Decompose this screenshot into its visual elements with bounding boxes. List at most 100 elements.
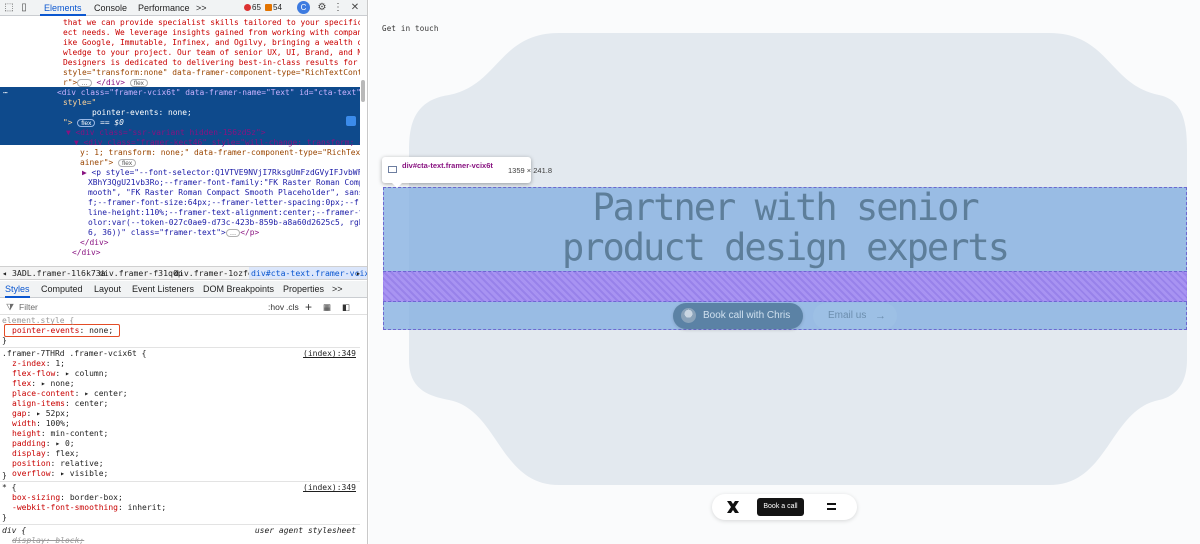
rule-close: } xyxy=(2,336,7,345)
cta-headline: Partner with senior product design exper… xyxy=(383,188,1187,268)
email-us-button[interactable]: Email us → xyxy=(813,303,897,329)
tab-computed[interactable]: Computed xyxy=(41,281,83,298)
dom-attr-line: style="transform:none" data-framer-compo… xyxy=(63,68,360,77)
dom-close-line: </div> xyxy=(72,248,101,257)
overridden-declaration: display: block; xyxy=(12,536,85,544)
style-declaration[interactable]: display: flex; xyxy=(12,449,360,459)
breadcrumb-item[interactable]: 3ADL.framer-1l6k73a xyxy=(12,267,106,279)
inspect-tooltip: div#cta-text.framer-vcix6t 1359 × 241.8 xyxy=(382,157,552,188)
nav-book-call-button[interactable]: Book a call xyxy=(757,498,804,516)
element-type-icon xyxy=(388,166,397,173)
style-declaration[interactable]: place-content: ▸ center; xyxy=(12,389,360,399)
style-declaration[interactable]: flex: ▸ none; xyxy=(12,379,360,389)
section-label: Get in touch xyxy=(382,24,439,33)
dom-attr-line: y: 1; transform: none;" data-framer-comp… xyxy=(80,148,360,157)
ellipsis-pill[interactable]: … xyxy=(77,79,92,87)
more-options-icon[interactable]: ⋮ xyxy=(332,2,344,14)
extension-icon[interactable]: C xyxy=(297,1,310,14)
dom-text-line: wledge to your project. Our team of seni… xyxy=(63,48,360,57)
style-declaration[interactable]: pointer-events: none; xyxy=(12,326,360,336)
tab-console[interactable]: Console xyxy=(90,0,131,16)
dom-selected-close: "> flex == $0 xyxy=(63,118,124,127)
tab-event-listeners[interactable]: Event Listeners xyxy=(132,281,194,298)
dom-tree: that we can provide specialist skills ta… xyxy=(0,17,360,265)
styles-subtabs: Styles Computed Layout Event Listeners D… xyxy=(0,281,367,298)
toggle-sidebar-icon[interactable]: ◧ xyxy=(342,299,350,315)
styles-filter-input[interactable]: Filter xyxy=(19,299,38,315)
rule-source: (index):349 xyxy=(303,349,356,358)
ellipsis-pill[interactable]: … xyxy=(225,229,241,237)
style-declaration[interactable]: z-index: 1; xyxy=(12,359,360,369)
style-declaration[interactable]: box-sizing: border-box; xyxy=(12,493,360,503)
dom-text-line: Designers is dedicated to delivering bes… xyxy=(63,58,360,67)
device-toolbar-icon[interactable]: ▯ xyxy=(18,2,30,14)
style-declaration[interactable]: align-items: center; xyxy=(12,399,360,409)
style-declaration[interactable]: gap: ▸ 52px; xyxy=(12,409,360,419)
style-declaration[interactable]: position: relative; xyxy=(12,459,360,469)
tab-properties[interactable]: Properties xyxy=(283,281,324,298)
dom-text-line: ect needs. We leverage insights gained f… xyxy=(63,28,360,37)
devtools-panel: ⬚ ▯ Elements Console Performance >> 65 5… xyxy=(0,0,368,544)
edit-node-icon[interactable] xyxy=(346,116,356,126)
dom-node-line[interactable]: ▶ <p style="--font-selector:Q1VTVE9NVjI7… xyxy=(82,168,360,178)
dom-node-line[interactable]: ▼ <div class="ssr-variant hidden-156zd5z… xyxy=(66,128,266,138)
dom-attr-line: olor:var(--token-027c0ae9-d73c-423b-859b… xyxy=(88,218,360,227)
dom-text-line: ike Google, Immutable, Infinex, and Ogil… xyxy=(63,38,360,47)
book-call-button[interactable]: Book call with Chris xyxy=(673,303,803,329)
arrow-right-icon: → xyxy=(875,310,886,322)
breadcrumb-item[interactable]: div.framer-f31q0p xyxy=(99,267,183,279)
more-tabs-button[interactable]: >> xyxy=(192,0,211,16)
dom-attr-line: mooth", "FK Raster Roman Compact Smooth … xyxy=(88,188,360,197)
rule-selector: element.style { xyxy=(2,316,75,325)
dom-selected-open-tag[interactable]: <div class="framer-vcix6t" data-framer-n… xyxy=(57,88,360,98)
style-declaration[interactable]: width: 100%; xyxy=(12,419,360,429)
style-declaration[interactable]: -webkit-font-smoothing: inherit; xyxy=(12,503,360,513)
tab-layout[interactable]: Layout xyxy=(94,281,121,298)
inspect-element-icon[interactable]: ⬚ xyxy=(3,2,15,14)
floating-navbar: Book a call xyxy=(712,494,857,520)
page-viewport: Get in touch Partner with senior product… xyxy=(369,0,1200,544)
flex-badge[interactable]: flex xyxy=(118,159,137,167)
rule-source: user agent stylesheet xyxy=(254,526,356,535)
rule-close: } xyxy=(2,513,7,522)
rule-source: (index):349 xyxy=(303,483,356,492)
error-icon xyxy=(244,4,251,11)
filter-icon: ⧩ xyxy=(6,302,15,312)
breadcrumb-back-icon[interactable]: ◂ xyxy=(2,267,7,279)
styles-pane: element.style { pointer-events: none; } … xyxy=(0,316,360,544)
style-declaration[interactable]: height: min-content; xyxy=(12,429,360,439)
rule-close: } xyxy=(2,471,7,480)
style-declaration[interactable]: padding: ▸ 0; xyxy=(12,439,360,449)
cls-toggle[interactable]: .cls xyxy=(286,299,299,315)
dom-close-line: r">… </div> flex xyxy=(63,78,148,88)
close-icon[interactable]: ✕ xyxy=(349,2,361,14)
brand-logo-icon[interactable] xyxy=(726,500,740,514)
tooltip-element-name: div#cta-text.framer-vcix6t xyxy=(402,161,493,170)
warning-badge[interactable]: 54 xyxy=(265,3,282,13)
breadcrumb-forward-icon[interactable]: ▸ xyxy=(356,267,361,279)
dom-text-line: that we can provide specialist skills ta… xyxy=(63,18,360,27)
dom-attr-line: XBhY3QgU21vb3Ro;--framer-font-family:"FK… xyxy=(88,178,360,187)
settings-gear-icon[interactable]: ⚙ xyxy=(316,2,328,14)
dom-node-line[interactable]: ▼ <div class="framer-kect46" style="will… xyxy=(74,138,360,148)
more-subtabs-button[interactable]: >> xyxy=(332,281,343,298)
tab-dom-breakpoints[interactable]: DOM Breakpoints xyxy=(203,281,274,298)
flex-badge[interactable]: flex xyxy=(77,119,96,127)
dom-attr-line: line-height:110%;--framer-text-alignment… xyxy=(88,208,360,217)
dom-more-icon[interactable]: ⋯ xyxy=(3,88,8,98)
color-format-icon[interactable]: ▦ xyxy=(323,299,331,315)
tab-styles[interactable]: Styles xyxy=(5,281,30,298)
error-badge[interactable]: 65 xyxy=(244,3,261,13)
dom-tree-scrollbar[interactable] xyxy=(361,80,365,102)
tab-elements[interactable]: Elements xyxy=(40,0,86,16)
breadcrumb-item-active[interactable]: div#cta-text.framer-vcix6t xyxy=(249,267,367,279)
add-rule-button[interactable]: + xyxy=(305,299,312,315)
hov-toggle[interactable]: :hov xyxy=(268,299,284,315)
styles-filter-bar: ⧩ Filter :hov .cls + ▦ ◧ xyxy=(0,299,367,315)
menu-icon[interactable] xyxy=(827,503,836,510)
dom-attr-line: 6, 36))" class="framer-text">… </p> xyxy=(88,228,260,237)
flex-badge[interactable]: flex xyxy=(129,79,148,87)
style-declaration[interactable]: flex-flow: ▸ column; xyxy=(12,369,360,379)
dom-close-line: </div> xyxy=(80,238,109,247)
tab-performance[interactable]: Performance xyxy=(134,0,194,16)
